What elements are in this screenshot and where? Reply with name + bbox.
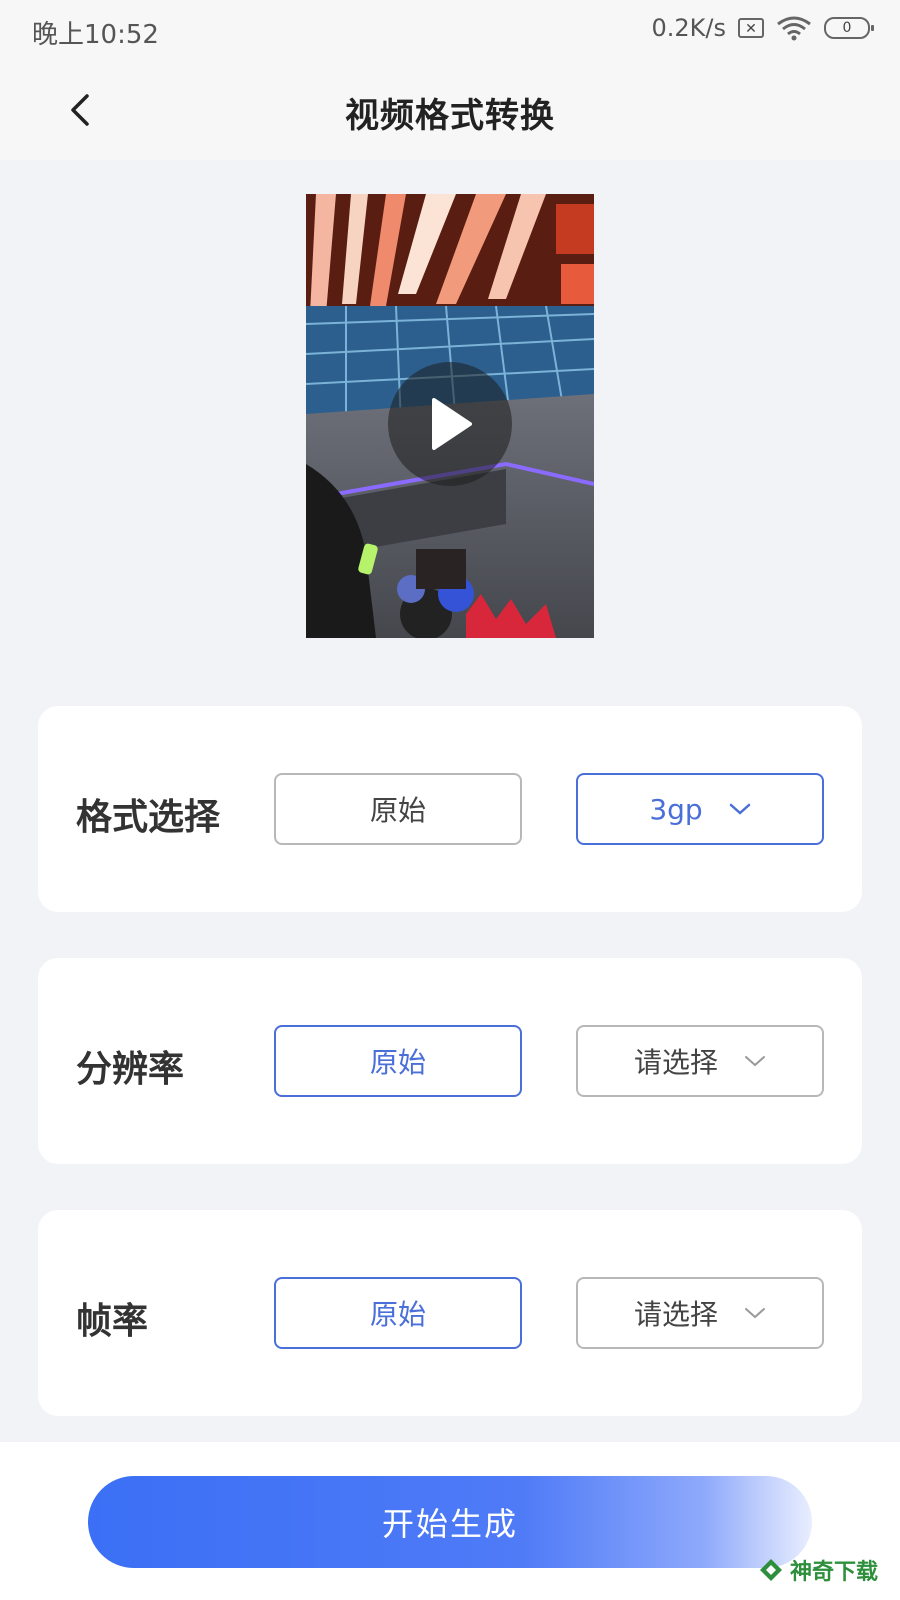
watermark: 神奇下载 — [758, 1554, 878, 1586]
wifi-icon — [777, 16, 811, 41]
network-speed: 0.2K/s — [651, 14, 727, 42]
format-select-dropdown[interactable]: 3gp — [576, 773, 824, 845]
resolution-label: 分辨率 — [76, 1049, 185, 1090]
app-bar: 视频格式转换 — [0, 64, 900, 160]
play-button[interactable] — [388, 362, 512, 486]
format-setting-card: 格式选择 原始 3gp — [38, 706, 862, 912]
option-label: 原始 — [369, 794, 426, 827]
no-sim-icon: ✕ — [738, 18, 764, 38]
battery-icon: 0 — [824, 17, 874, 39]
option-label: 原始 — [369, 1298, 426, 1331]
page-title: 视频格式转换 — [345, 96, 555, 136]
dropdown-value: 请选择 — [633, 1298, 718, 1331]
status-icons: 0.2K/s ✕ 0 — [651, 14, 874, 42]
dropdown-value: 请选择 — [633, 1046, 718, 1079]
format-label: 格式选择 — [76, 797, 221, 838]
option-label: 原始 — [369, 1046, 426, 1079]
resolution-select-dropdown[interactable]: 请选择 — [576, 1025, 824, 1097]
resolution-setting-card: 分辨率 原始 请选择 — [38, 958, 862, 1164]
video-preview[interactable] — [306, 194, 594, 638]
chevron-down-icon — [745, 1308, 765, 1319]
framerate-setting-card: 帧率 原始 请选择 — [38, 1210, 862, 1416]
framerate-original-option[interactable]: 原始 — [274, 1277, 522, 1349]
watermark-logo-icon — [759, 1559, 782, 1581]
framerate-select-dropdown[interactable]: 请选择 — [576, 1277, 824, 1349]
chevron-down-icon — [729, 803, 750, 815]
format-original-option[interactable]: 原始 — [274, 773, 522, 845]
watermark-text: 神奇下载 — [789, 1560, 878, 1585]
play-icon — [432, 398, 472, 450]
status-bar: 晚上10:52 0.2K/s ✕ 0 — [0, 0, 900, 64]
framerate-label: 帧率 — [76, 1301, 149, 1342]
status-time: 晚上10:52 — [32, 20, 159, 50]
start-generate-button[interactable]: 开始生成 — [88, 1476, 812, 1568]
dropdown-value: 3gp — [649, 792, 703, 826]
resolution-original-option[interactable]: 原始 — [274, 1025, 522, 1097]
chevron-down-icon — [745, 1056, 765, 1067]
